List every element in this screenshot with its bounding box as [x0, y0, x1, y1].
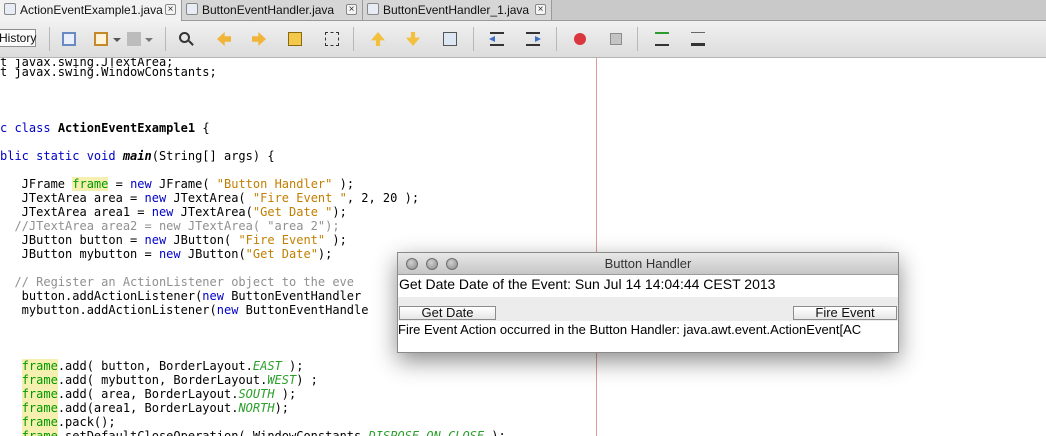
editor-tab-bar: ActionEventExample1.java × ButtonEventHa…	[0, 0, 1046, 21]
next-bookmark-icon[interactable]	[403, 29, 423, 49]
find-previous-icon[interactable]	[214, 29, 234, 49]
button-handler-window[interactable]: Button Handler Get Date Date of the Even…	[397, 252, 899, 353]
code-line: JTextArea area = new JTextArea( "Fire Ev…	[0, 191, 420, 205]
close-icon[interactable]: ×	[535, 4, 546, 15]
java-file-icon	[367, 3, 379, 15]
code-line: frame.pack();	[21, 415, 116, 429]
code-line: t javax.swing.WindowConstants;	[0, 65, 217, 79]
tab-label: ButtonEventHandler_1.java	[383, 3, 530, 17]
close-icon[interactable]: ×	[346, 4, 357, 15]
toolbar-separator	[637, 27, 638, 51]
tab-action-event-example1[interactable]: ActionEventExample1.java ×	[0, 0, 182, 21]
last-edit-icon[interactable]	[59, 29, 79, 49]
close-icon[interactable]: ×	[165, 4, 176, 15]
code-line: mybutton.addActionListener(new ButtonEve…	[0, 303, 369, 317]
previous-bookmark-icon[interactable]	[368, 29, 388, 49]
toggle-rectangular-selection-icon[interactable]	[322, 29, 342, 49]
fire-event-button[interactable]: Fire Event	[793, 306, 897, 320]
uncomment-icon[interactable]	[688, 29, 708, 49]
code-line: c class ActionEventExample1 {	[0, 121, 210, 135]
start-macro-icon[interactable]	[570, 29, 590, 49]
code-line: JTextArea area1 = new JTextArea("Get Dat…	[0, 205, 347, 219]
code-line: frame.add( area, BorderLayout.SOUTH );	[21, 387, 297, 401]
tab-label: ActionEventExample1.java	[20, 3, 163, 17]
code-line: //JTextArea area2 = new JTextArea( "area…	[0, 219, 340, 233]
java-file-icon	[186, 3, 198, 15]
toolbar-separator	[353, 27, 354, 51]
window-title: Button Handler	[604, 256, 692, 271]
toolbar-separator	[165, 27, 166, 51]
toggle-bookmark-icon[interactable]	[440, 29, 460, 49]
get-date-button[interactable]: Get Date	[399, 306, 496, 320]
code-line: button.addActionListener(new ButtonEvent…	[0, 289, 362, 303]
dropdown-arrow-icon[interactable]	[141, 29, 161, 49]
editor-toolbar: History	[0, 21, 1046, 58]
toolbar-separator	[556, 27, 557, 51]
code-editor[interactable]: t javax.swing.JTextArea; t javax.swing.W…	[0, 58, 1046, 436]
tab-button-event-handler[interactable]: ButtonEventHandler.java ×	[182, 0, 363, 20]
code-line: // Register an ActionListener object to …	[0, 275, 355, 289]
history-button[interactable]: History	[0, 29, 36, 47]
shift-left-icon[interactable]	[487, 29, 507, 49]
find-next-icon[interactable]	[249, 29, 269, 49]
code-line: JButton mybutton = new JButton("Get Date…	[0, 247, 333, 261]
window-title-bar[interactable]: Button Handler	[398, 253, 898, 275]
toolbar-separator	[473, 27, 474, 51]
right-margin-line	[596, 58, 597, 436]
code-line: JButton button = new JButton( "Fire Even…	[0, 233, 347, 247]
code-line: frame.add(area1, BorderLayout.NORTH);	[21, 401, 290, 415]
java-file-icon	[4, 3, 16, 15]
tab-label: ButtonEventHandler.java	[202, 3, 335, 17]
south-text-area[interactable]: Fire Event Action occurred in the Button…	[398, 321, 898, 352]
code-line: JFrame frame = new JFrame( "Button Handl…	[0, 177, 355, 191]
shift-right-icon[interactable]	[523, 29, 543, 49]
north-text-area[interactable]: Get Date Date of the Event: Sun Jul 14 1…	[398, 275, 898, 297]
back-icon[interactable]	[91, 29, 111, 49]
find-icon[interactable]	[176, 29, 196, 49]
toggle-highlight-icon[interactable]	[285, 29, 305, 49]
comment-icon[interactable]	[652, 29, 672, 49]
tab-button-event-handler-1[interactable]: ButtonEventHandler_1.java ×	[363, 0, 552, 20]
code-line: frame.add( button, BorderLayout.EAST );	[21, 359, 304, 373]
toolbar-separator	[49, 27, 50, 51]
code-line: frame.setDefaultCloseOperation( WindowCo…	[0, 429, 506, 436]
stop-macro-icon[interactable]	[606, 29, 626, 49]
code-line: frame.add( mybutton, BorderLayout.WEST) …	[21, 373, 318, 387]
code-line: blic static void main(String[] args) {	[0, 149, 275, 163]
